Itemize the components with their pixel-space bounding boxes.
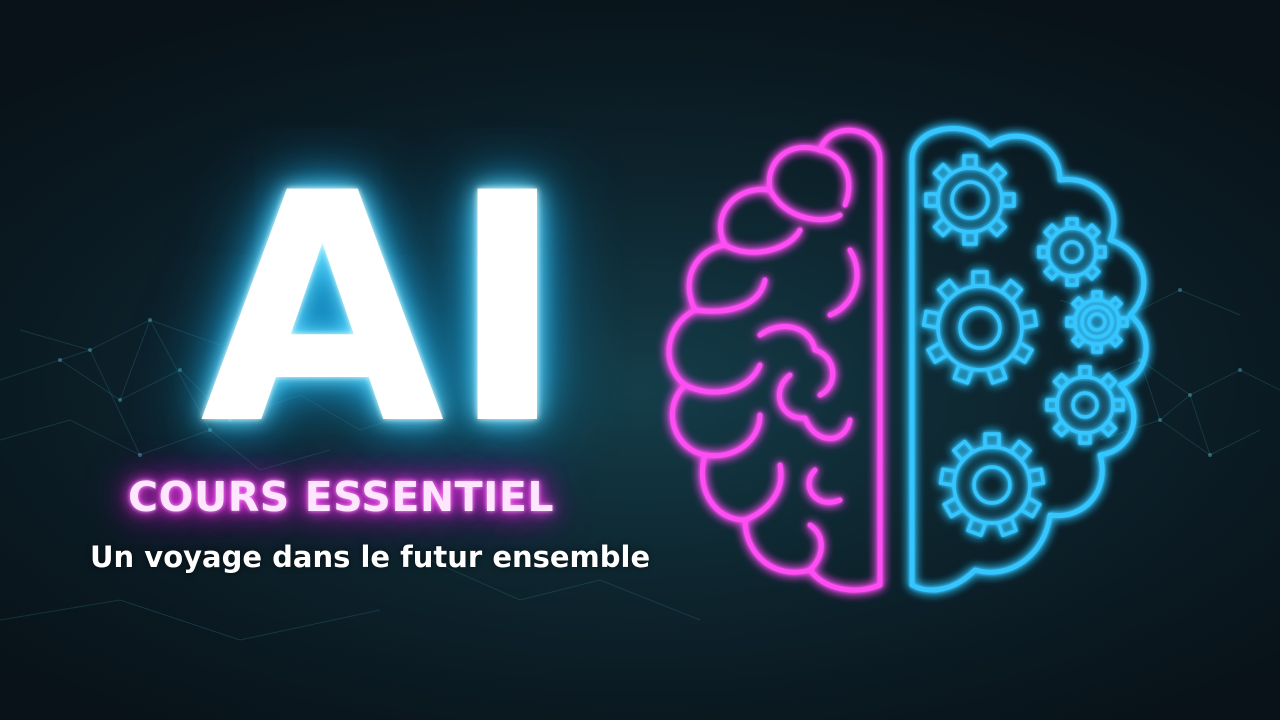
right-hemisphere <box>909 126 1149 593</box>
course-label: COURS ESSENTIEL <box>128 473 555 521</box>
left-hemisphere <box>666 127 883 593</box>
brain-gears-icon <box>666 126 1149 593</box>
gear-icon <box>938 432 1046 538</box>
tagline: Un voyage dans le futur ensemble <box>90 540 651 574</box>
gear-icon <box>1045 365 1125 445</box>
title-ai: AI <box>200 126 571 494</box>
gear-icon <box>921 270 1039 385</box>
gear-icon <box>924 154 1016 246</box>
gear-icon <box>1065 290 1129 354</box>
gear-icon <box>1037 217 1107 287</box>
banner: AI COURS ESSENTIEL Un voyage dans le fut… <box>0 0 1280 720</box>
